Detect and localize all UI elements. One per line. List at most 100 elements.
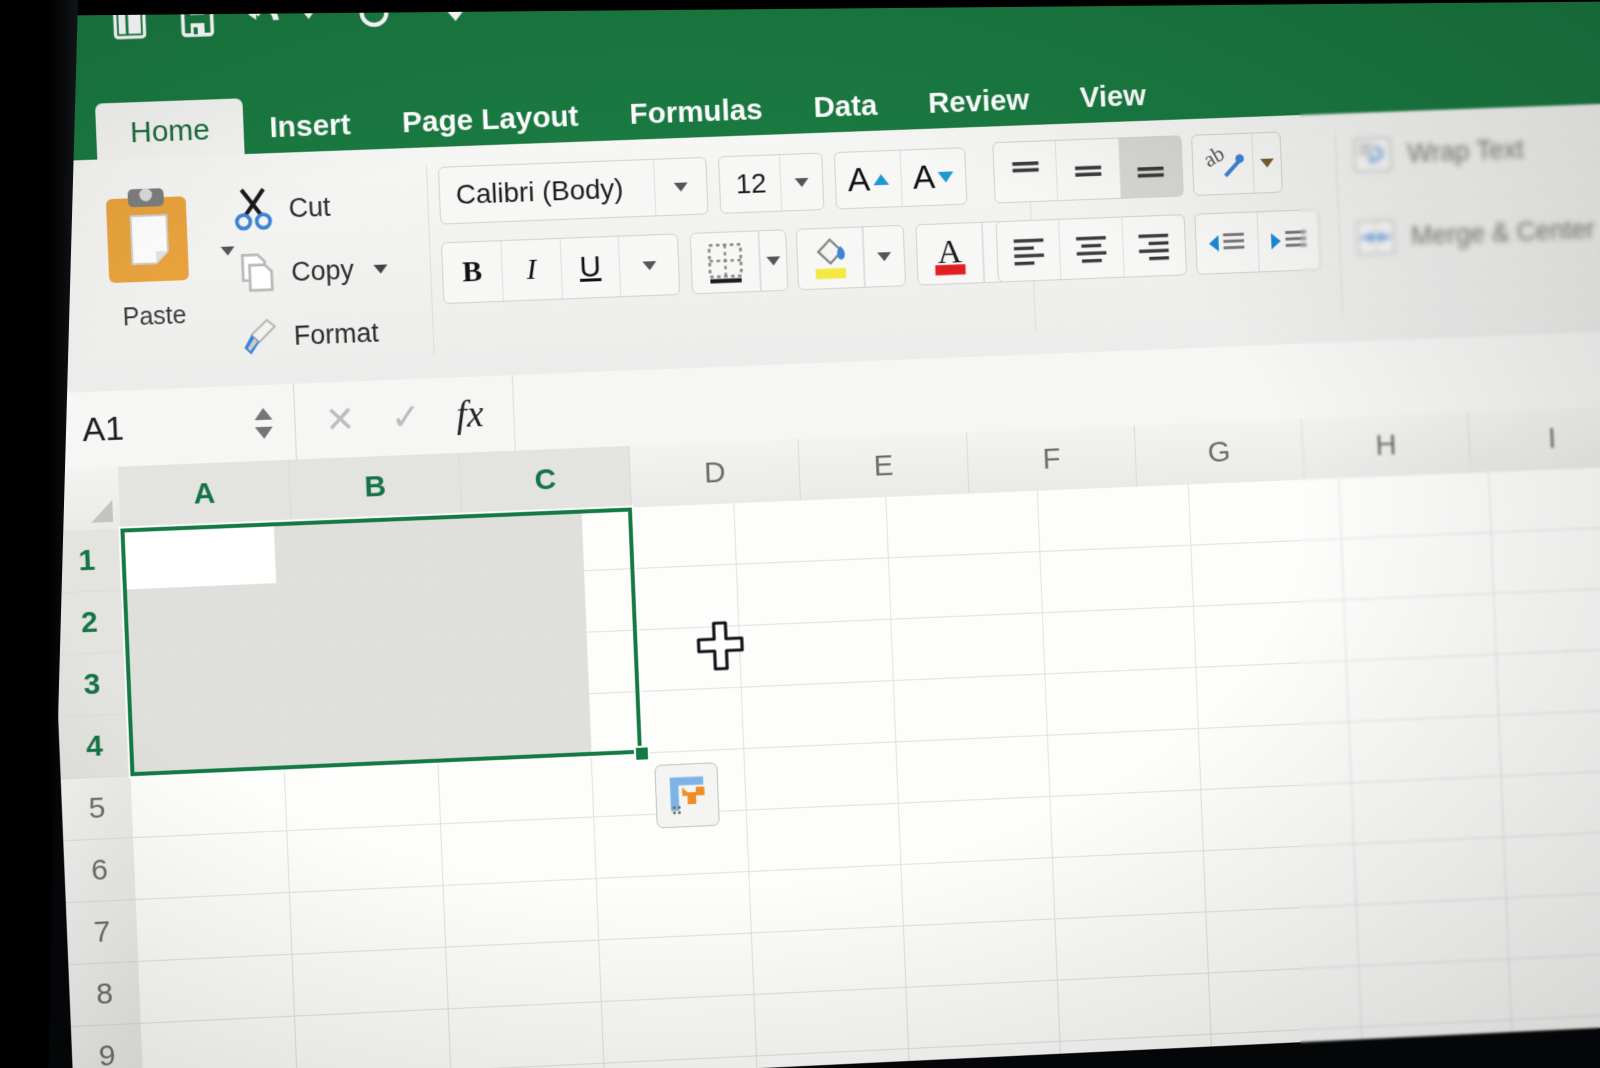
- grow-font-button[interactable]: A: [835, 151, 902, 209]
- shrink-font-button[interactable]: A: [900, 148, 966, 206]
- align-top-button[interactable]: [993, 141, 1058, 203]
- cell-a7[interactable]: [136, 893, 293, 962]
- confirm-formula-button[interactable]: ✓: [390, 396, 422, 439]
- cell-j6[interactable]: [1502, 770, 1600, 838]
- cell-h10[interactable]: [1211, 1027, 1364, 1068]
- cell-g3[interactable]: [1043, 607, 1196, 675]
- row-header-7[interactable]: 7: [66, 900, 138, 965]
- fill-color-dropdown-icon[interactable]: [862, 226, 905, 287]
- cell-f5[interactable]: [896, 736, 1050, 804]
- cell-f9[interactable]: [906, 981, 1060, 1049]
- cell-h5[interactable]: [1199, 722, 1352, 790]
- cell-i1[interactable]: [1339, 472, 1491, 539]
- cell-e5[interactable]: [744, 742, 899, 810]
- column-header-b[interactable]: B: [289, 453, 462, 522]
- cell-h2[interactable]: [1191, 539, 1344, 606]
- cell-e9[interactable]: [754, 988, 909, 1057]
- column-header-e[interactable]: E: [798, 432, 969, 500]
- cell-j2[interactable]: [1492, 527, 1600, 594]
- row-header-5[interactable]: 5: [61, 776, 133, 841]
- cell-h1[interactable]: [1189, 478, 1342, 545]
- cell-i4[interactable]: [1347, 655, 1499, 723]
- cell-b5[interactable]: [285, 763, 441, 832]
- merge-center-button[interactable]: Merge & Center: [1354, 207, 1600, 259]
- cell-c7[interactable]: [444, 879, 600, 948]
- cell-c8[interactable]: [446, 941, 602, 1010]
- cell-h7[interactable]: [1204, 844, 1357, 912]
- cell-c5[interactable]: [439, 756, 595, 824]
- cell-h8[interactable]: [1206, 905, 1359, 973]
- font-name-dropdown[interactable]: Calibri (Body): [438, 157, 709, 225]
- cell-e1[interactable]: [734, 497, 889, 565]
- cell-g6[interactable]: [1050, 790, 1203, 858]
- bold-button[interactable]: B: [442, 241, 504, 303]
- cell-h9[interactable]: [1209, 966, 1362, 1034]
- italic-button[interactable]: I: [501, 239, 562, 301]
- cell-d8[interactable]: [599, 933, 754, 1002]
- cell-j9[interactable]: [1509, 952, 1600, 1020]
- align-bottom-button[interactable]: [1119, 136, 1183, 197]
- cell-g9[interactable]: [1058, 974, 1211, 1042]
- cell-f6[interactable]: [899, 797, 1053, 865]
- column-header-i[interactable]: I: [1468, 405, 1600, 473]
- cell-g7[interactable]: [1053, 851, 1206, 919]
- cell-j4[interactable]: [1497, 648, 1600, 715]
- insert-function-button[interactable]: fx: [455, 392, 484, 437]
- cell-h4[interactable]: [1196, 661, 1349, 729]
- cell-c6[interactable]: [441, 817, 597, 886]
- align-center-button[interactable]: [1059, 217, 1124, 279]
- cell-f7[interactable]: [901, 858, 1055, 926]
- cell-j7[interactable]: [1504, 831, 1600, 899]
- cell-g4[interactable]: [1045, 668, 1198, 736]
- cell-f8[interactable]: [904, 919, 1058, 987]
- cell-e8[interactable]: [752, 926, 907, 995]
- font-size-dropdown[interactable]: 12: [718, 153, 824, 214]
- increase-indent-button[interactable]: [1257, 210, 1320, 271]
- cell-g5[interactable]: [1048, 729, 1201, 797]
- quick-analysis-button[interactable]: [654, 762, 720, 828]
- chevron-down-icon[interactable]: [653, 158, 707, 215]
- cell-j1[interactable]: [1489, 466, 1600, 533]
- cell-i10[interactable]: [1362, 1020, 1514, 1068]
- wrap-text-button[interactable]: Wrap Text: [1350, 128, 1524, 176]
- cell-i2[interactable]: [1342, 533, 1494, 600]
- cell-j5[interactable]: [1499, 709, 1600, 777]
- cell-e7[interactable]: [749, 865, 904, 933]
- column-header-f[interactable]: F: [967, 425, 1137, 493]
- paste-button[interactable]: Paste: [84, 181, 220, 334]
- cell-g2[interactable]: [1040, 546, 1194, 614]
- cell-i5[interactable]: [1349, 716, 1501, 784]
- cell-b8[interactable]: [292, 948, 448, 1017]
- cell-i3[interactable]: [1344, 594, 1496, 661]
- cell-i9[interactable]: [1359, 959, 1511, 1027]
- cell-f1[interactable]: [886, 491, 1040, 559]
- cell-h6[interactable]: [1201, 783, 1354, 851]
- cell-c9[interactable]: [449, 1002, 605, 1068]
- column-header-c[interactable]: C: [460, 446, 632, 515]
- column-header-a[interactable]: A: [118, 460, 292, 529]
- align-left-button[interactable]: [996, 220, 1061, 282]
- underline-button[interactable]: U: [560, 237, 621, 299]
- chevron-down-icon[interactable]: [779, 154, 823, 211]
- cell-b6[interactable]: [287, 824, 443, 893]
- align-right-button[interactable]: [1122, 215, 1186, 277]
- cell-f2[interactable]: [889, 552, 1043, 620]
- row-header-9[interactable]: 9: [71, 1024, 143, 1068]
- row-header-8[interactable]: 8: [68, 962, 140, 1027]
- cell-j8[interactable]: [1507, 892, 1600, 960]
- cell-d7[interactable]: [597, 872, 752, 941]
- cell-f3[interactable]: [891, 613, 1045, 681]
- cell-i8[interactable]: [1357, 898, 1509, 966]
- orientation-dropdown-icon[interactable]: [1253, 133, 1282, 193]
- cell-b7[interactable]: [290, 886, 446, 955]
- name-box[interactable]: A1: [45, 384, 297, 470]
- cell-a9[interactable]: [141, 1017, 298, 1068]
- column-header-g[interactable]: G: [1135, 419, 1305, 487]
- cell-a8[interactable]: [138, 955, 295, 1024]
- copy-button[interactable]: Copy: [234, 235, 425, 306]
- column-header-d[interactable]: D: [629, 439, 801, 507]
- copy-dropdown-icon[interactable]: [373, 264, 387, 273]
- borders-dropdown-icon[interactable]: [758, 230, 787, 290]
- row-header-2[interactable]: 2: [53, 591, 125, 656]
- cell-e6[interactable]: [747, 804, 902, 872]
